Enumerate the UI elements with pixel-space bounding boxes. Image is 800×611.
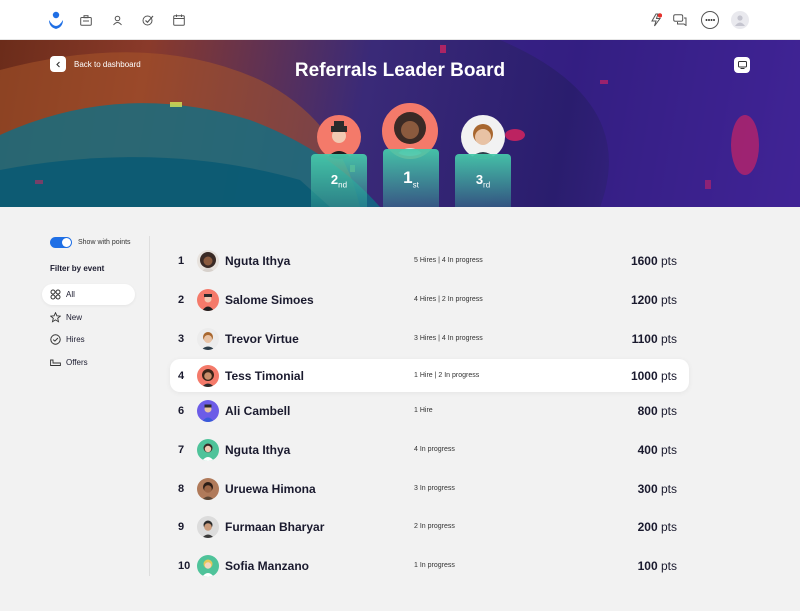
member-stats: 1 In progress bbox=[414, 562, 455, 569]
member-name: Uruewa Himona bbox=[225, 481, 316, 496]
member-points: 1200 pts bbox=[630, 292, 677, 307]
member-points: 1600 pts bbox=[630, 253, 677, 268]
member-name: Trevor Virtue bbox=[225, 331, 299, 346]
grid-icon bbox=[49, 289, 61, 301]
member-stats: 1 Hire bbox=[414, 407, 433, 414]
rank: 3 bbox=[178, 332, 185, 345]
sidebar-divider bbox=[149, 236, 150, 576]
star-icon bbox=[49, 312, 61, 324]
leaderboard-row[interactable]: 2 Salome Simoes 4 Hires | 2 In progress … bbox=[170, 283, 689, 316]
member-points: 800 pts bbox=[637, 403, 677, 418]
member-stats: 3 In progress bbox=[414, 485, 455, 492]
podium-2nd-label: 2nd bbox=[330, 172, 348, 190]
show-points-label: Show with points bbox=[78, 239, 131, 246]
leaderboard-row[interactable]: 6 Ali Cambell 1 Hire 800 pts bbox=[170, 394, 689, 427]
leaderboard-row-current-user[interactable]: 4 Tess Timonial 1 Hire | 2 In progress 1… bbox=[170, 359, 689, 392]
avatar bbox=[197, 364, 219, 387]
member-name: Tess Timonial bbox=[225, 368, 304, 383]
member-name: Sofia Manzano bbox=[225, 558, 310, 573]
briefcase-icon[interactable] bbox=[77, 11, 95, 29]
filter-hires-label: Hires bbox=[66, 335, 85, 344]
filter-all-label: All bbox=[66, 290, 75, 299]
leaderboard-row[interactable]: 7 Nguta Ithya 4 In progress 400 pts bbox=[170, 433, 689, 466]
member-points: 400 pts bbox=[637, 442, 677, 457]
leaderboard-row[interactable]: 10 Sofia Manzano 1 In progress 100 pts bbox=[170, 549, 689, 582]
member-stats: 5 Hires | 4 In progress bbox=[414, 257, 483, 264]
person-icon[interactable] bbox=[108, 11, 126, 29]
avatar bbox=[197, 249, 219, 272]
leaderboard-hero: Back to dashboard Referrals Leader Board… bbox=[0, 40, 800, 207]
podium-3rd-label: 3rd bbox=[475, 172, 491, 190]
rank: 6 bbox=[178, 404, 185, 417]
leaderboard-row[interactable]: 1 Nguta Ithya 5 Hires | 4 In progress 16… bbox=[170, 244, 689, 277]
rank: 1 bbox=[178, 254, 185, 267]
top-navigation bbox=[0, 0, 800, 40]
filter-new[interactable]: New bbox=[42, 307, 135, 328]
avatar bbox=[197, 438, 219, 461]
podium-avatar-3rd bbox=[461, 115, 505, 159]
avatar bbox=[197, 515, 219, 538]
check-circle-icon bbox=[49, 334, 61, 346]
chat-icon[interactable] bbox=[671, 11, 689, 29]
filter-hires[interactable]: Hires bbox=[42, 329, 135, 350]
member-name: Nguta Ithya bbox=[225, 253, 291, 268]
podium-2nd: 2nd bbox=[311, 154, 367, 207]
avatar bbox=[197, 399, 219, 422]
filter-all[interactable]: All bbox=[42, 284, 135, 305]
member-name: Ali Cambell bbox=[225, 403, 291, 418]
podium-1st-label: 1st bbox=[403, 168, 419, 190]
apps-icon[interactable] bbox=[701, 11, 719, 29]
screen-icon bbox=[737, 61, 747, 69]
logo-icon[interactable] bbox=[48, 10, 64, 30]
avatar bbox=[197, 288, 219, 311]
member-stats: 1 Hire | 2 In progress bbox=[414, 372, 480, 379]
rank: 8 bbox=[178, 482, 185, 495]
member-name: Furmaan Bharyar bbox=[225, 519, 325, 534]
leaderboard-row[interactable]: 9 Furmaan Bharyar 2 In progress 200 pts bbox=[170, 510, 689, 543]
rank: 10 bbox=[178, 559, 191, 572]
rank: 9 bbox=[178, 520, 185, 533]
rank: 7 bbox=[178, 443, 185, 456]
member-points: 100 pts bbox=[637, 558, 677, 573]
member-name: Salome Simoes bbox=[225, 292, 314, 307]
avatar bbox=[197, 477, 219, 500]
member-stats: 2 In progress bbox=[414, 523, 455, 530]
user-avatar-icon[interactable] bbox=[731, 11, 749, 29]
member-points: 1000 pts bbox=[630, 368, 677, 383]
member-stats: 4 In progress bbox=[414, 446, 455, 453]
filter-offers[interactable]: Offers bbox=[42, 352, 135, 373]
present-screen-button[interactable] bbox=[734, 57, 750, 73]
podium-avatar-2nd bbox=[317, 115, 361, 159]
tasks-icon[interactable] bbox=[139, 11, 157, 29]
page-title: Referrals Leader Board bbox=[294, 60, 506, 81]
leaderboard-row[interactable]: 8 Uruewa Himona 3 In progress 300 pts bbox=[170, 472, 689, 505]
calendar-icon[interactable] bbox=[170, 11, 188, 29]
rank: 4 bbox=[178, 369, 185, 382]
show-points-toggle[interactable] bbox=[50, 237, 72, 248]
avatar bbox=[197, 327, 219, 350]
member-points: 1100 pts bbox=[631, 331, 677, 346]
bolt-icon[interactable] bbox=[647, 11, 665, 29]
leaderboard-row[interactable]: 3 Trevor Virtue 3 Hires | 4 In progress … bbox=[170, 322, 689, 355]
member-points: 200 pts bbox=[637, 519, 677, 534]
filter-new-label: New bbox=[66, 313, 83, 322]
member-stats: 4 Hires | 2 In progress bbox=[414, 296, 483, 303]
member-stats: 3 Hires | 4 In progress bbox=[414, 335, 483, 342]
podium-3rd: 3rd bbox=[455, 154, 511, 207]
rank: 2 bbox=[178, 293, 185, 306]
avatar bbox=[197, 554, 219, 577]
podium-1st: 1st bbox=[383, 149, 439, 207]
filter-title: Filter by event bbox=[50, 264, 105, 273]
filter-offers-label: Offers bbox=[66, 358, 88, 367]
member-points: 300 pts bbox=[637, 481, 677, 496]
member-name: Nguta Ithya bbox=[225, 442, 291, 457]
sofa-icon bbox=[49, 357, 61, 369]
